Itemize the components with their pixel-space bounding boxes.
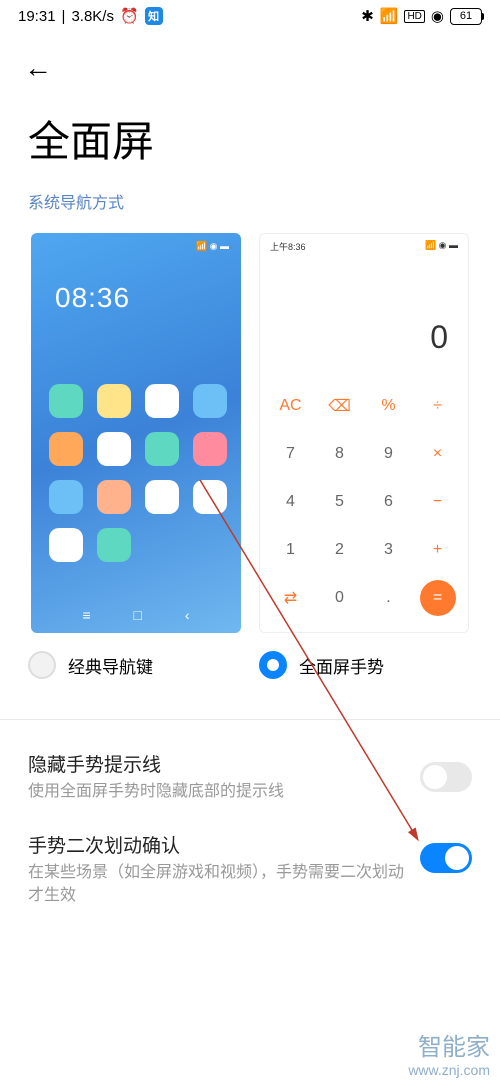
app-icon xyxy=(97,528,131,562)
toggle-double-swipe[interactable] xyxy=(420,843,472,873)
app-icon xyxy=(145,432,179,466)
calc-key: 6 xyxy=(364,478,413,526)
option-classic-nav[interactable]: 经典导航键 xyxy=(28,651,241,679)
setting-desc: 在某些场景（如全屏游戏和视频），手势需要二次划动才生效 xyxy=(28,862,404,907)
watermark: 智能家 www.znj.com xyxy=(408,1027,490,1078)
app-icon xyxy=(49,480,83,514)
preview-nav-bar: ≡ □ ‹ xyxy=(31,607,241,623)
zhihu-icon: 知 xyxy=(145,7,163,25)
status-bar: 19:31 | 3.8K/s ⏰ 知 ✱ 📶 HD ◉ 61 xyxy=(0,0,500,32)
calc-key: 7 xyxy=(266,430,315,478)
section-label: 系统导航方式 xyxy=(0,189,500,233)
calc-key: ÷ xyxy=(413,382,462,430)
preview-clock: 08:36 xyxy=(31,252,241,314)
calc-key: 8 xyxy=(315,430,364,478)
calc-key: 4 xyxy=(266,478,315,526)
hd-icon: HD xyxy=(404,10,424,23)
calc-status-time: 上午8:36 xyxy=(270,240,306,253)
calc-status-icons: 📶 ◉ ▬ xyxy=(425,240,458,253)
calc-key: × xyxy=(413,430,462,478)
setting-hide-gesture-line[interactable]: 隐藏手势提示线 使用全面屏手势时隐藏底部的提示线 xyxy=(0,750,500,831)
app-icon xyxy=(49,528,83,562)
calc-key: AC xyxy=(266,382,315,430)
app-icon xyxy=(193,480,227,514)
calc-display: 0 xyxy=(260,259,468,376)
app-icon xyxy=(97,384,131,418)
app-icon xyxy=(145,384,179,418)
setting-desc: 使用全面屏手势时隐藏底部的提示线 xyxy=(28,781,404,803)
preview-gesture-nav[interactable]: 上午8:36 📶 ◉ ▬ 0 AC⌫%÷789×456−123+⇄0.= xyxy=(259,233,469,633)
signal-icon: 📶 xyxy=(380,7,399,25)
app-icon xyxy=(193,384,227,418)
app-icon xyxy=(145,480,179,514)
calc-key: = xyxy=(420,580,456,616)
calc-key: 1 xyxy=(266,526,315,574)
page-title: 全面屏 xyxy=(0,84,500,189)
setting-title: 手势二次划动确认 xyxy=(28,831,404,858)
app-icon xyxy=(49,384,83,418)
bluetooth-icon: ✱ xyxy=(361,7,374,25)
back-button[interactable]: ← xyxy=(24,52,52,83)
divider xyxy=(0,719,500,720)
menu-icon: ≡ xyxy=(82,607,90,623)
preview-classic-nav[interactable]: 📶 ◉ ▬ 08:36 ≡ □ ‹ xyxy=(31,233,241,633)
home-icon: □ xyxy=(134,607,142,623)
calc-key: − xyxy=(413,478,462,526)
option-gesture-label: 全面屏手势 xyxy=(299,653,384,678)
calc-key: % xyxy=(364,382,413,430)
calc-key: 2 xyxy=(315,526,364,574)
option-classic-label: 经典导航键 xyxy=(68,653,153,678)
wifi-icon: ◉ xyxy=(431,7,444,25)
status-speed: 3.8K/s xyxy=(71,8,114,25)
calc-key: ⌫ xyxy=(315,382,364,430)
status-time: 19:31 xyxy=(18,8,56,25)
app-icon xyxy=(97,432,131,466)
calc-key: ⇄ xyxy=(266,574,315,622)
battery-icon: 61 xyxy=(450,8,482,25)
setting-double-swipe-confirm[interactable]: 手势二次划动确认 在某些场景（如全屏游戏和视频），手势需要二次划动才生效 xyxy=(0,831,500,935)
app-icon xyxy=(193,432,227,466)
option-gesture-nav[interactable]: 全面屏手势 xyxy=(259,651,472,679)
calc-key: + xyxy=(413,526,462,574)
toggle-hide-line[interactable] xyxy=(420,762,472,792)
alarm-icon: ⏰ xyxy=(120,7,139,25)
calc-key: . xyxy=(364,574,413,622)
preview-status-icons: 📶 ◉ ▬ xyxy=(31,233,241,252)
setting-title: 隐藏手势提示线 xyxy=(28,750,404,777)
calc-key: 5 xyxy=(315,478,364,526)
radio-checked-icon xyxy=(259,651,287,679)
back-icon: ‹ xyxy=(185,607,190,623)
app-icon xyxy=(97,480,131,514)
calc-key: 9 xyxy=(364,430,413,478)
calc-key: 0 xyxy=(315,574,364,622)
navigation-previews: 📶 ◉ ▬ 08:36 ≡ □ ‹ 上午8:36 📶 ◉ ▬ 0 AC⌫%÷ 78… xyxy=(0,233,500,633)
app-icon xyxy=(49,432,83,466)
calc-key: 3 xyxy=(364,526,413,574)
radio-unchecked-icon xyxy=(28,651,56,679)
